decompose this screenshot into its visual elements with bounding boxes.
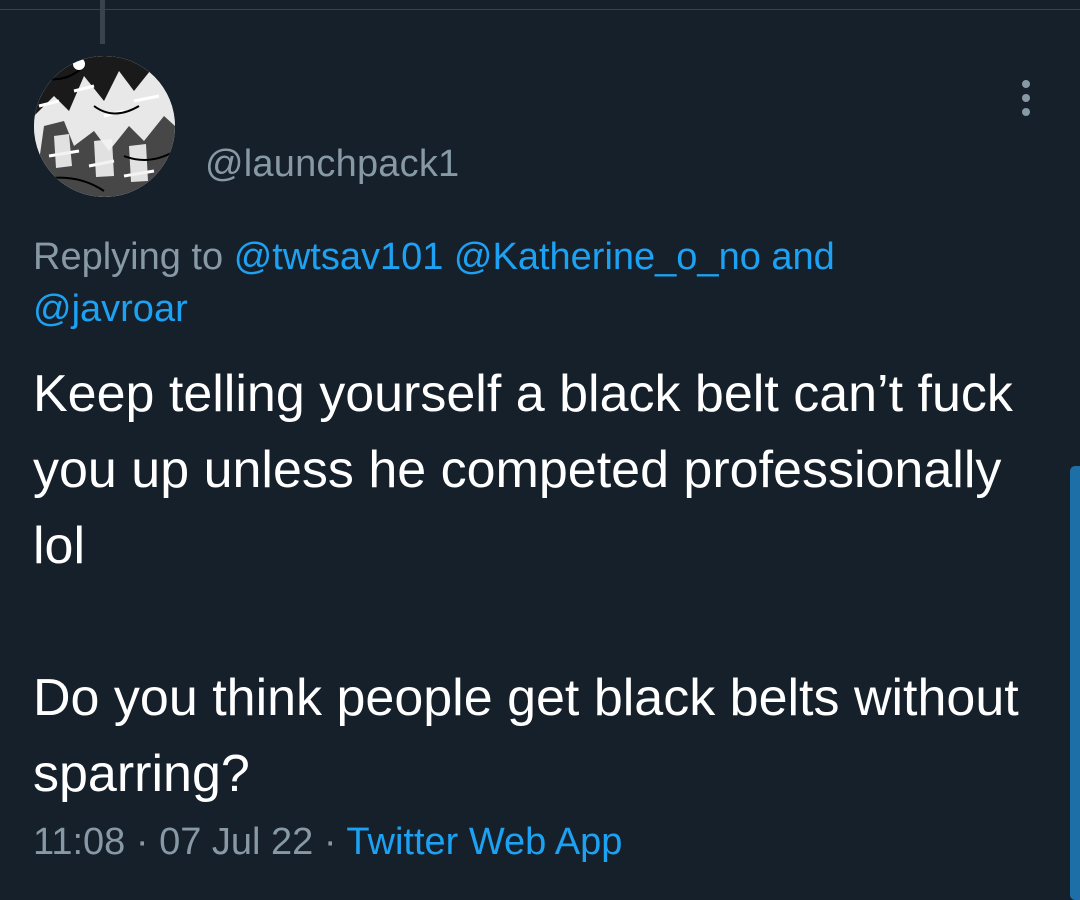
meta-separator: · [323, 821, 337, 863]
vertical-ellipsis-icon[interactable] [1008, 78, 1044, 118]
thread-connector-line [100, 0, 105, 44]
mention-link-javroar[interactable]: @javroar [33, 288, 188, 330]
avatar[interactable] [34, 56, 175, 197]
tweet-source-link[interactable]: Twitter Web App [346, 821, 622, 863]
meta-separator: · [135, 821, 149, 863]
top-divider [0, 9, 1080, 10]
mention-link-katherine[interactable]: @Katherine_o_no [454, 236, 761, 278]
tweet-metadata: 11:08 · 07 Jul 22 · Twitter Web App [33, 821, 622, 864]
and-others-link[interactable]: and [771, 236, 834, 278]
tweet-time[interactable]: 11:08 [33, 821, 125, 863]
tweet-date[interactable]: 07 Jul 22 [159, 821, 313, 863]
tweet-text: Keep telling yourself a black belt can’t… [33, 365, 1019, 803]
replying-to-label: Replying to [33, 236, 224, 278]
user-handle[interactable]: @launchpack1 [205, 143, 459, 186]
replying-to-line: Replying to @twtsav101 @Katherine_o_no a… [33, 231, 1043, 335]
tweet-detail-view: @launchpack1 Replying to @twtsav101 @Kat… [0, 0, 1080, 900]
mention-link-twtsav101[interactable]: @twtsav101 [234, 236, 444, 278]
avatar-image [34, 56, 175, 197]
scrollbar[interactable] [1070, 466, 1080, 900]
